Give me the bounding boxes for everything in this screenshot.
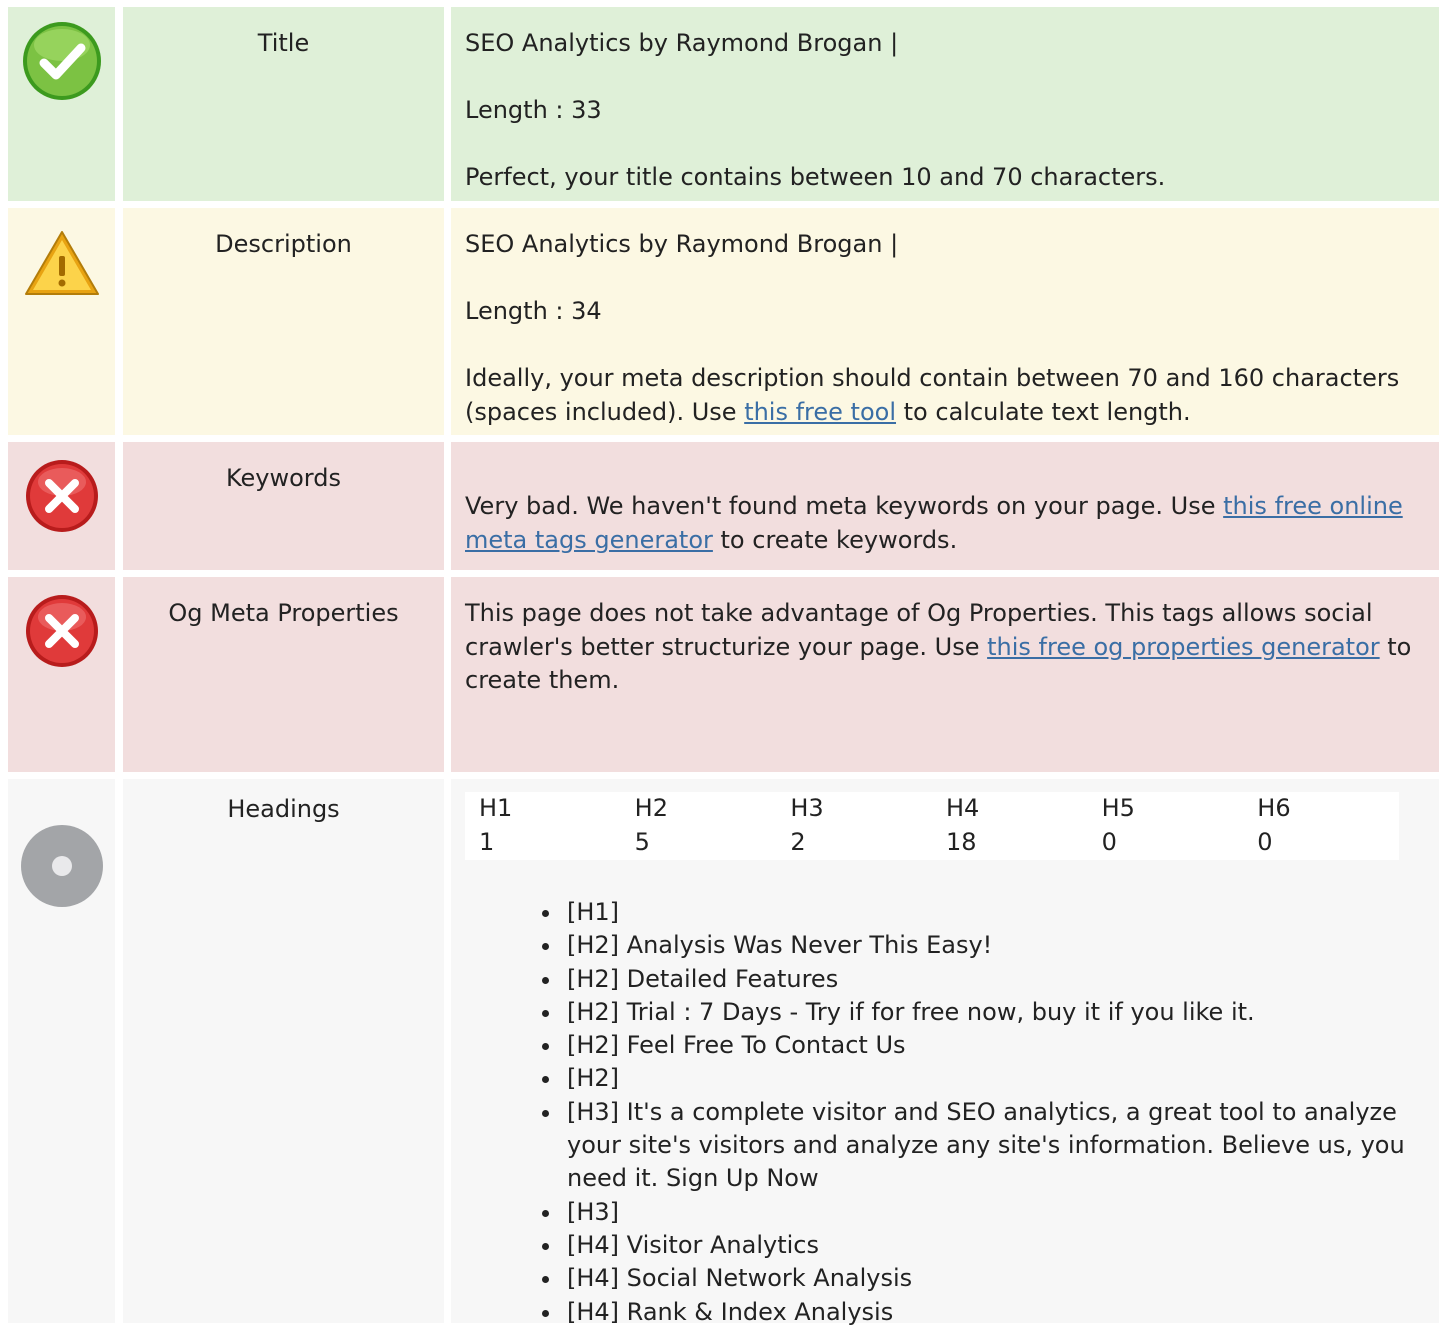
table-count-cell: 18 (945, 828, 977, 856)
table-header-cell: H1 (479, 794, 513, 822)
list-item: [H3] (542, 1196, 1425, 1229)
table-header-cell: H3 (790, 794, 824, 822)
row-content: Very bad. We haven't found meta keywords… (451, 442, 1439, 570)
row-label: Og Meta Properties (123, 577, 444, 772)
headings-table-header-row: H1 H2 H3 H4 H5 H6 (465, 792, 1399, 826)
list-item: [H2] Analysis Was Never This Easy! (542, 929, 1425, 962)
free-tool-link[interactable]: this free tool (744, 398, 896, 426)
row-label: Keywords (123, 442, 444, 570)
error-x-circle-icon (24, 593, 100, 669)
list-item: [H2] (542, 1062, 1425, 1095)
headings-list: [H1] [H2] Analysis Was Never This Easy! … (465, 896, 1425, 1329)
status-cell (8, 779, 115, 1323)
seo-report: Title SEO Analytics by Raymond Brogan | … (0, 0, 1445, 1326)
error-x-circle-icon (24, 458, 100, 534)
og-message: This page does not take advantage of Og … (465, 599, 1412, 694)
check-circle-icon (20, 19, 104, 103)
headings-table-count-row: 1 5 2 18 0 0 (465, 826, 1399, 860)
list-item: [H2] Detailed Features (542, 963, 1425, 996)
title-message: Perfect, your title contains between 10 … (465, 163, 1166, 191)
table-header-cell: H4 (945, 794, 980, 822)
row-content: H1 H2 H3 H4 H5 H6 1 5 2 18 0 0 [H1] [H2]… (451, 779, 1439, 1326)
description-message: Ideally, your meta description should co… (465, 364, 1400, 426)
description-length: Length : 34 (465, 297, 602, 325)
status-cell (8, 7, 115, 201)
table-count-cell: 0 (1257, 828, 1273, 856)
status-cell (8, 577, 115, 772)
list-item: [H4] Visitor Analytics (542, 1229, 1425, 1262)
list-item: [H4] Social Network Analysis (542, 1262, 1425, 1295)
warning-triangle-icon (23, 226, 101, 304)
headings-count-table: H1 H2 H3 H4 H5 H6 1 5 2 18 0 0 (465, 792, 1399, 860)
list-item: [H2] Trial : 7 Days - Try if for free no… (542, 996, 1425, 1029)
keywords-row: Keywords Very bad. We haven't found meta… (0, 442, 1445, 570)
headings-row: Headings H1 H2 H3 H4 H5 H6 1 5 2 18 0 0 (0, 779, 1445, 1326)
keywords-message: Very bad. We haven't found meta keywords… (465, 492, 1403, 554)
list-item: [H1] (542, 896, 1425, 929)
status-cell (8, 442, 115, 570)
title-value: SEO Analytics by Raymond Brogan | (465, 29, 899, 57)
title-row: Title SEO Analytics by Raymond Brogan | … (0, 7, 1445, 201)
row-label: Description (123, 208, 444, 435)
og-properties-generator-link[interactable]: this free og properties generator (987, 633, 1380, 661)
og-properties-row: Og Meta Properties This page does not ta… (0, 577, 1445, 772)
row-content: This page does not take advantage of Og … (451, 577, 1439, 772)
list-item: [H2] Feel Free To Contact Us (542, 1029, 1425, 1062)
list-item: [H3] It's a complete visitor and SEO ana… (542, 1096, 1425, 1196)
title-length: Length : 33 (465, 96, 602, 124)
row-label: Headings (123, 779, 444, 1323)
description-row: Description SEO Analytics by Raymond Bro… (0, 208, 1445, 435)
status-cell (8, 208, 115, 435)
table-header-cell: H2 (634, 794, 668, 822)
list-item: [H4] Rank & Index Analysis (542, 1296, 1425, 1329)
row-content: SEO Analytics by Raymond Brogan | Length… (451, 7, 1439, 201)
table-count-cell: 5 (634, 828, 650, 856)
info-circle-icon (20, 824, 104, 908)
description-value: SEO Analytics by Raymond Brogan | (465, 230, 899, 258)
table-count-cell: 2 (790, 828, 806, 856)
table-header-cell: H5 (1101, 794, 1135, 822)
table-count-cell: 1 (479, 828, 495, 856)
table-header-cell: H6 (1257, 794, 1291, 822)
table-count-cell: 0 (1101, 828, 1117, 856)
row-label: Title (123, 7, 444, 201)
row-content: SEO Analytics by Raymond Brogan | Length… (451, 208, 1439, 435)
